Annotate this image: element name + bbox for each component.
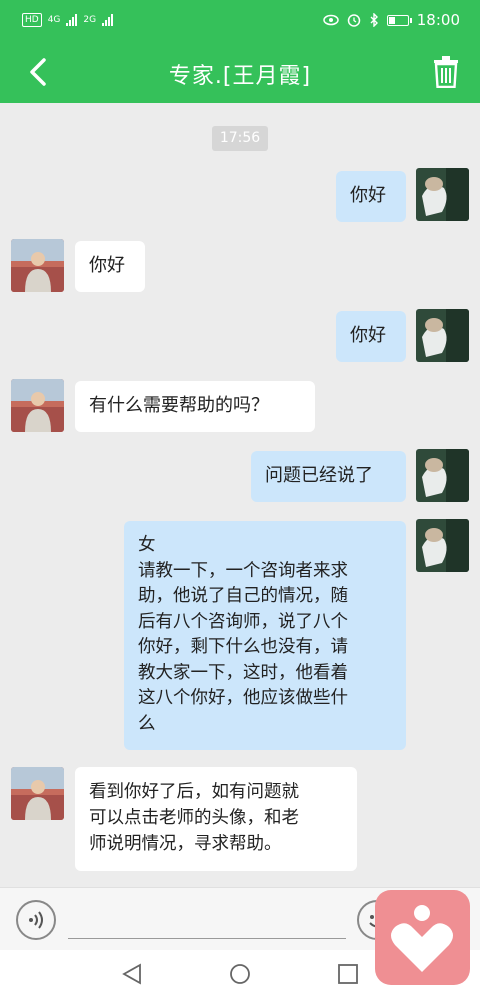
message-bubble-incoming: 有什么需要帮助的吗？ [75,381,315,432]
my-avatar[interactable] [416,309,469,362]
nav-back-icon[interactable] [120,963,144,985]
message-bubble-incoming: 你好 [75,241,145,292]
network-2g-label: 2G [83,15,97,25]
my-avatar-image [416,449,469,502]
nav-recents-icon[interactable] [336,963,360,985]
network-4g-label: 4G [47,15,61,25]
my-avatar[interactable] [416,449,469,502]
my-avatar[interactable] [416,168,469,221]
voice-icon[interactable] [16,900,56,940]
chat-timestamp: 17:56 [212,126,268,151]
message-bubble-outgoing: 问题已经说了 [251,451,406,502]
my-avatar-image [416,168,469,221]
expert-avatar-image [11,767,64,820]
status-left: HD 4G 2G [22,13,114,27]
expert-avatar[interactable] [11,767,64,820]
floating-app-badge[interactable] [375,890,470,985]
page-title: 专家.[王月霞] [168,64,312,89]
message-bubble-incoming: 看到你好了后，如有问题就 可以点击老师的头像，和老 师说明情况，寻求帮助。 [75,767,357,871]
trash-icon[interactable] [432,56,460,88]
nav-home-icon[interactable] [228,963,252,985]
alarm-icon [347,14,361,27]
message-bubble-outgoing: 你好 [336,311,406,362]
status-right: 18:00 [323,11,460,29]
signal-icon [66,14,78,26]
eye-icon [323,14,339,26]
heart-person-icon [391,905,453,972]
hd-badge: HD [22,13,42,27]
expert-avatar[interactable] [11,379,64,432]
message-input[interactable] [68,938,346,939]
title-bar: 专家.[王月霞] [0,42,480,103]
message-bubble-outgoing: 女 请教一下，一个咨询者来求 助，他说了自己的情况，随 后有八个咨询师，说了八个… [124,521,406,750]
expert-avatar-image [11,379,64,432]
message-bubble-outgoing: 你好 [336,171,406,222]
bluetooth-icon [370,13,378,27]
my-avatar[interactable] [416,519,469,572]
signal-icon-2 [102,14,114,26]
status-time: 18:00 [416,11,460,29]
expert-avatar[interactable] [11,239,64,292]
status-bar: HD 4G 2G 18:00 [0,0,480,42]
expert-avatar-image [11,239,64,292]
battery-icon [386,14,412,26]
my-avatar-image [416,519,469,572]
voice-waves-icon [29,911,43,929]
my-avatar-image [416,309,469,362]
